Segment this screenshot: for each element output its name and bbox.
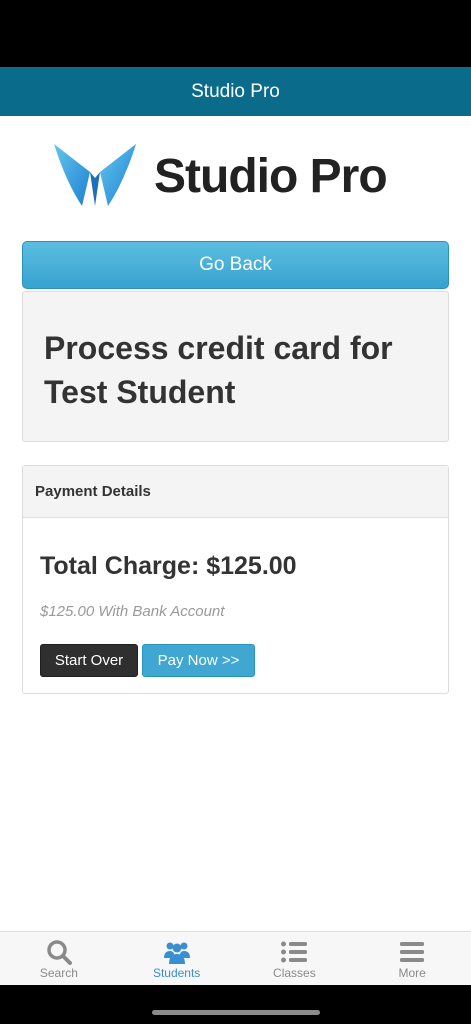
payment-details-card: Payment Details Total Charge: $125.00 $1… xyxy=(22,465,449,694)
tab-students-label: Students xyxy=(152,966,201,980)
tab-classes-label: Classes xyxy=(273,966,316,980)
home-indicator[interactable] xyxy=(152,1010,320,1015)
payment-details-header: Payment Details xyxy=(23,466,448,518)
logo-text: Studio Pro xyxy=(154,149,388,203)
bottom-tab-bar: Search Students Classes More xyxy=(0,931,471,985)
total-charge: Total Charge: $125.00 xyxy=(40,552,297,580)
app-header-title: Studio Pro xyxy=(191,80,280,102)
page-title: Process credit card for Test Student xyxy=(44,330,393,410)
title-card: Process credit card for Test Student xyxy=(22,291,449,442)
status-bar xyxy=(0,0,471,67)
menu-icon xyxy=(400,942,425,962)
tab-search-label: Search xyxy=(39,966,78,980)
tab-more[interactable]: More xyxy=(353,932,471,985)
charge-note: $125.00 With Bank Account xyxy=(40,603,225,620)
users-icon xyxy=(163,942,190,964)
start-over-button[interactable]: Start Over xyxy=(40,644,138,677)
studio-pro-logo: Studio Pro xyxy=(52,140,422,212)
app-header: Studio Pro xyxy=(0,67,471,116)
pay-now-button[interactable]: Pay Now >> xyxy=(142,644,255,677)
tab-more-label: More xyxy=(398,966,426,980)
search-icon xyxy=(47,940,72,965)
tab-search[interactable]: Search xyxy=(0,932,118,985)
go-back-button[interactable]: Go Back xyxy=(22,241,449,289)
tab-classes[interactable]: Classes xyxy=(236,932,354,985)
tab-students[interactable]: Students xyxy=(118,932,236,985)
list-icon xyxy=(281,941,308,963)
system-nav-bar xyxy=(0,985,471,1024)
logo-mark-icon xyxy=(54,144,136,206)
